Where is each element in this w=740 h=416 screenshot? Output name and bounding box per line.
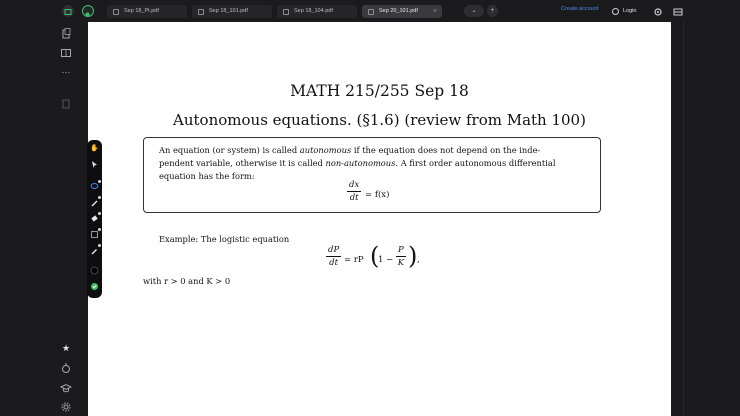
ruler-options-dot — [98, 228, 101, 231]
left-sidebar: ⋯ ★ — [0, 22, 88, 416]
chevron-down-icon[interactable]: ⌄ — [464, 5, 484, 17]
copy-icon[interactable] — [60, 28, 72, 40]
fraction-denominator: K — [397, 258, 405, 268]
tab-sep-18-pt[interactable]: Sep 18_Pt.pdf — [107, 5, 187, 18]
close-icon[interactable]: × — [433, 5, 437, 18]
equation-comma: , — [417, 255, 420, 265]
close-paren: ) — [408, 242, 418, 270]
def-text: An equation (or system) is called — [159, 145, 300, 155]
highlighter-icon[interactable] — [90, 212, 101, 223]
tab-label: Sep 18_104.pdf — [294, 8, 333, 14]
right-panel — [671, 22, 740, 416]
lasso-icon[interactable] — [90, 180, 101, 191]
plus-icon[interactable]: + — [487, 5, 498, 17]
definition-line-1: An equation (or system) is called autono… — [159, 144, 588, 157]
eyedropper-icon[interactable] — [90, 244, 101, 255]
app-logo-icon[interactable] — [82, 5, 94, 17]
def-text: if the equation does not depend on the i… — [351, 145, 541, 155]
lasso-options-dot — [98, 180, 101, 183]
eyedropper-options-dot — [98, 244, 101, 247]
login-label: Login — [623, 8, 637, 14]
tab-label: Sep 20_101.pdf — [379, 8, 418, 14]
fraction-numerator: dx — [347, 180, 362, 192]
resize-handle[interactable] — [683, 22, 684, 416]
create-account-link[interactable]: Create account — [561, 6, 598, 12]
def-text: . A first order autonomous differential — [395, 158, 556, 168]
tab-sep-20-101[interactable]: Sep 20_101.pdf × — [362, 5, 442, 18]
gear-icon[interactable] — [60, 401, 72, 413]
one-minus: 1 − — [378, 255, 394, 265]
timer-icon[interactable] — [60, 362, 72, 374]
conditions-text: with r > 0 and K > 0 — [143, 276, 231, 286]
equation-rhs: = f(x) — [365, 190, 390, 200]
document-icon — [113, 8, 119, 15]
tab-label: Sep 18_Pt.pdf — [124, 8, 159, 14]
tab-sep-18-104[interactable]: Sep 18_104.pdf — [277, 5, 357, 18]
def-emphasis: non-autonomous — [325, 158, 396, 168]
document-icon — [283, 8, 289, 15]
equals-rp: = rP — [344, 255, 364, 265]
definition-line-2: pendent variable, otherwise it is called… — [159, 157, 588, 170]
p-over-k-fraction: P K — [396, 245, 406, 268]
tab-label: Sep 18_101.pdf — [209, 8, 248, 14]
ruler-icon[interactable] — [90, 228, 101, 239]
settings-icon[interactable] — [652, 5, 664, 17]
pen-options-dot — [98, 196, 101, 199]
color-green-icon[interactable] — [90, 282, 99, 291]
user-icon — [612, 7, 619, 15]
example-label: Example: The logistic equation — [159, 234, 290, 244]
tray-icon[interactable] — [672, 5, 684, 17]
more-icon[interactable]: ⋯ — [60, 66, 72, 78]
def-text: pendent variable, otherwise it is called — [159, 158, 326, 168]
tab-sep-18-101[interactable]: Sep 18_101.pdf — [192, 5, 272, 18]
fraction-denominator: dt — [349, 193, 359, 203]
top-bar: Sep 18_Pt.pdf Sep 18_101.pdf Sep 18_104.… — [0, 0, 740, 22]
definition-box: An equation (or system) is called autono… — [143, 137, 601, 213]
definition-line-3: equation has the form: — [159, 171, 255, 181]
page-icon[interactable] — [60, 98, 72, 110]
definition-text: An equation (or system) is called autono… — [159, 144, 588, 183]
fraction-numerator: dP — [326, 245, 342, 257]
color-black-icon[interactable] — [90, 266, 99, 275]
page-title: MATH 215/255 Sep 18 — [290, 82, 469, 100]
dx-dt-fraction: dx dt — [347, 180, 362, 203]
notebook-icon[interactable] — [60, 47, 72, 59]
fraction-numerator: P — [396, 245, 406, 257]
cursor-icon[interactable] — [90, 160, 99, 169]
hand-icon[interactable]: ✋ — [90, 144, 99, 153]
def-emphasis: autonomous — [299, 145, 352, 155]
pdf-page: MATH 215/255 Sep 18 Autonomous equations… — [88, 22, 671, 416]
star-icon[interactable]: ★ — [60, 342, 72, 354]
pen-icon[interactable] — [90, 196, 101, 207]
document-icon — [198, 8, 204, 15]
dp-dt-fraction: dP dt — [326, 245, 342, 268]
drawing-toolbar: ✋ — [87, 140, 102, 298]
highlighter-options-dot — [98, 212, 101, 215]
nav-chevron-glyph: ⌄ — [471, 8, 477, 14]
fraction-denominator: dt — [329, 258, 339, 268]
graduation-cap-icon[interactable] — [59, 382, 73, 394]
sidebar-toggle-icon[interactable] — [62, 5, 74, 17]
login-button[interactable]: Login — [611, 5, 645, 17]
section-heading: Autonomous equations. (§1.6) (review fro… — [173, 111, 586, 129]
add-tab-glyph: + — [490, 8, 495, 14]
app-window: Sep 18_Pt.pdf Sep 18_101.pdf Sep 18_104.… — [0, 0, 740, 416]
document-icon — [368, 8, 374, 15]
